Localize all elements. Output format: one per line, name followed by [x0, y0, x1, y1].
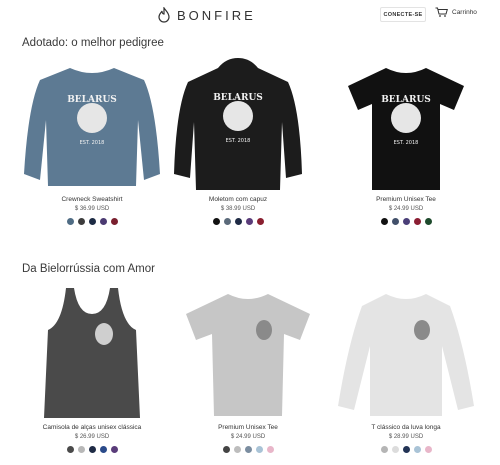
product-name[interactable]: Camisola de alças unisex clássica: [22, 424, 162, 431]
color-swatches: [336, 218, 476, 225]
color-swatch[interactable]: [402, 446, 410, 453]
product-image[interactable]: [178, 284, 318, 424]
color-swatch[interactable]: [245, 218, 253, 225]
section-title-love: Da Bielorrússia com Amor: [22, 263, 155, 275]
garment-shape: [44, 288, 140, 418]
product-name[interactable]: Premium Unisex Tee: [178, 424, 318, 431]
print-sub: EST. 2018: [226, 138, 251, 144]
color-swatch[interactable]: [391, 218, 399, 225]
tee-image: [186, 294, 310, 416]
tee-image: BELARUS EST. 2018: [348, 68, 464, 190]
color-swatch[interactable]: [110, 446, 118, 453]
product-card[interactable]: Camisola de alças unisex clássica $ 26.9…: [22, 284, 162, 453]
print-sub: EST. 2018: [80, 140, 105, 146]
color-swatch[interactable]: [233, 446, 241, 453]
product-price: $ 36.99 USD: [74, 206, 110, 212]
site-header: BONFIRE CONECTE-SE Carrinho: [0, 0, 500, 30]
color-swatch[interactable]: [380, 446, 388, 453]
cart-icon: [435, 7, 448, 17]
cat-graphic: [391, 103, 421, 133]
print-text: BELARUS: [213, 93, 263, 103]
tank-image: [44, 288, 140, 418]
color-swatch[interactable]: [424, 446, 432, 453]
color-swatch[interactable]: [244, 446, 252, 453]
color-swatch[interactable]: [255, 446, 263, 453]
color-swatch[interactable]: [391, 446, 399, 453]
cat-graphic: [256, 320, 272, 340]
product-image[interactable]: BELARUS EST. 2018: [168, 56, 308, 196]
product-price: $ 24.99 USD: [388, 206, 424, 212]
color-swatch[interactable]: [256, 218, 264, 225]
color-swatch[interactable]: [223, 218, 231, 225]
product-image[interactable]: BELARUS EST. 2018: [336, 56, 476, 196]
color-swatch[interactable]: [77, 218, 85, 225]
product-card[interactable]: BELARUS EST. 2018 Premium Unisex Tee $ 2…: [336, 56, 476, 225]
color-swatches: [22, 446, 162, 453]
color-swatch[interactable]: [234, 218, 242, 225]
color-swatch[interactable]: [77, 446, 85, 453]
product-price: $ 24.99 USD: [230, 434, 266, 440]
product-price: $ 28.99 USD: [388, 434, 424, 440]
product-name[interactable]: Moletom com capuz: [168, 196, 308, 203]
garment-shape: [338, 294, 474, 416]
color-swatch[interactable]: [266, 446, 274, 453]
product-name[interactable]: T clássico da luva longa: [336, 424, 476, 431]
product-price: $ 26.99 USD: [74, 434, 110, 440]
product-card[interactable]: T clássico da luva longa $ 28.99 USD: [336, 284, 476, 453]
section-title-adopted: Adotado: o melhor pedigree: [22, 37, 164, 49]
sweatshirt-image: BELARUS EST. 2018: [24, 68, 160, 186]
product-image[interactable]: BELARUS EST. 2018: [22, 56, 162, 196]
product-price: $ 38.99 USD: [220, 206, 256, 212]
color-swatch[interactable]: [66, 218, 74, 225]
connect-button[interactable]: CONECTE-SE: [380, 7, 426, 22]
color-swatch[interactable]: [66, 446, 74, 453]
color-swatch[interactable]: [88, 446, 96, 453]
print-text: BELARUS: [381, 95, 431, 105]
product-name[interactable]: Premium Unisex Tee: [336, 196, 476, 203]
cat-graphic: [95, 323, 113, 345]
cat-graphic: [414, 320, 430, 340]
color-swatch[interactable]: [413, 446, 421, 453]
color-swatch[interactable]: [424, 218, 432, 225]
color-swatch[interactable]: [212, 218, 220, 225]
flame-icon: [158, 7, 170, 23]
color-swatches: [178, 446, 318, 453]
print-text: BELARUS: [67, 95, 117, 105]
cart-link[interactable]: Carrinho: [435, 7, 477, 17]
color-swatch[interactable]: [99, 446, 107, 453]
color-swatch[interactable]: [380, 218, 388, 225]
product-card[interactable]: BELARUS EST. 2018 Crewneck Sweatshirt $ …: [22, 56, 162, 225]
brand-logo[interactable]: BONFIRE: [157, 6, 256, 24]
hoodie-image: BELARUS EST. 2018: [174, 58, 302, 190]
garment-shape: [186, 294, 310, 416]
product-name[interactable]: Crewneck Sweatshirt: [22, 196, 162, 203]
cart-label: Carrinho: [452, 8, 477, 16]
product-image[interactable]: [336, 284, 476, 424]
color-swatch[interactable]: [413, 218, 421, 225]
color-swatches: [336, 446, 476, 453]
color-swatch[interactable]: [222, 446, 230, 453]
color-swatches: [22, 218, 162, 225]
color-swatch[interactable]: [402, 218, 410, 225]
brand-name: BONFIRE: [177, 7, 256, 23]
product-card[interactable]: BELARUS EST. 2018 Moletom com capuz $ 38…: [168, 56, 308, 225]
longsleeve-image: [338, 294, 474, 416]
product-image[interactable]: [22, 284, 162, 424]
color-swatch[interactable]: [99, 218, 107, 225]
color-swatches: [168, 218, 308, 225]
print-sub: EST. 2018: [394, 140, 419, 146]
color-swatch[interactable]: [88, 218, 96, 225]
cat-graphic: [223, 101, 253, 131]
cat-graphic: [77, 103, 107, 133]
color-swatch[interactable]: [110, 218, 118, 225]
product-card[interactable]: Premium Unisex Tee $ 24.99 USD: [178, 284, 318, 453]
